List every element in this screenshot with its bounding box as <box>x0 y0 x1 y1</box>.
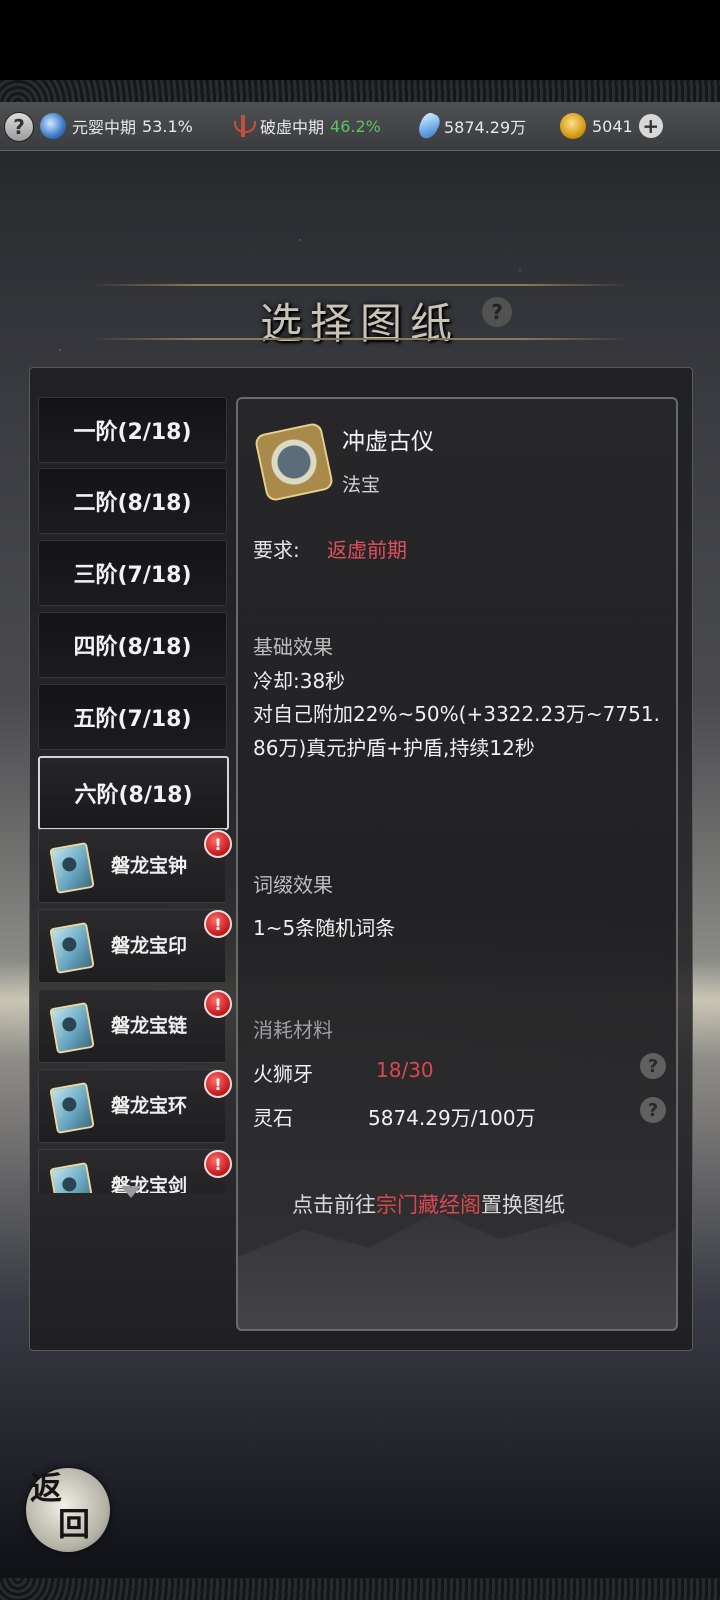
item-name: 冲虚古仪 <box>342 429 434 455</box>
goto-suffix: 置换图纸 <box>481 1193 565 1217</box>
material-name: 灵石 <box>253 1106 293 1130</box>
goto-library-text[interactable]: 点击前往宗门藏经阁置换图纸 <box>292 1189 565 1219</box>
blueprint-item[interactable]: 磐龙宝环 <box>38 1069 225 1143</box>
material-amount: 18/30 <box>376 1058 434 1082</box>
realm1-status[interactable]: 元婴中期 53.1% <box>40 102 193 150</box>
title-bottom-line <box>90 338 630 340</box>
realm2-percent: 46.2% <box>330 116 381 136</box>
yuanying-icon <box>40 113 66 139</box>
base-effect-title: 基础效果 <box>253 635 333 659</box>
alert-icon: ! <box>204 1150 232 1178</box>
back-label: 返 回 <box>30 1470 108 1542</box>
affix-effect-title: 词缀效果 <box>253 873 333 897</box>
goto-prefix: 点击前往 <box>292 1193 376 1217</box>
tier-tab-2[interactable]: 二阶(8/18) <box>38 468 227 534</box>
spirit-stone-amount: 5874.29万 <box>444 118 527 137</box>
spirit-stone-counter[interactable]: 5874.29万 <box>415 102 527 150</box>
blueprint-item-label: 磐龙宝印 <box>111 935 188 957</box>
scroll-icon <box>49 1162 95 1193</box>
item-type: 法宝 <box>342 474 381 496</box>
alert-icon: ! <box>204 830 232 858</box>
effect-text: 对自己附加22%~50%(+3322.23万~7751.86万)真元护盾+护盾,… <box>253 702 660 760</box>
blueprint-item[interactable]: 磐龙宝钟 <box>38 829 225 903</box>
requirement-value: 返虚前期 <box>327 538 407 562</box>
material-name: 火狮牙 <box>253 1062 313 1086</box>
back-label-char: 回 <box>58 1505 91 1543</box>
artifact-icon <box>253 421 335 503</box>
page-title-banner: 选择图纸 ? <box>90 284 630 348</box>
blueprint-list[interactable]: 磐龙宝钟 磐龙宝印 磐龙宝链 磐龙宝环 磐龙宝剑 <box>38 829 225 1193</box>
bottom-wave-border <box>0 1578 720 1600</box>
alert-icon: ! <box>204 1070 232 1098</box>
cooldown-text: 冷却:38秒 <box>253 669 346 693</box>
material-help-icon[interactable]: ? <box>640 1097 666 1123</box>
crystal-icon <box>415 110 443 142</box>
tier-tab-4[interactable]: 四阶(8/18) <box>38 612 227 678</box>
blueprint-item-label: 磐龙宝链 <box>111 1015 188 1037</box>
blueprint-item-label: 磐龙宝钟 <box>111 855 188 877</box>
back-button[interactable]: 返 回 <box>26 1468 110 1552</box>
material-help-icon[interactable]: ? <box>640 1053 666 1079</box>
tier-tab-3[interactable]: 三阶(7/18) <box>38 540 227 606</box>
tier-tab-1[interactable]: 一阶(2/18) <box>38 397 227 463</box>
realm2-name: 破虚中期 <box>260 118 325 137</box>
materials-title: 消耗材料 <box>253 1018 333 1042</box>
tier-tab-6[interactable]: 六阶(8/18) <box>38 756 229 830</box>
trident-icon <box>232 113 256 139</box>
alert-icon: ! <box>204 990 232 1018</box>
coin-counter: 5041 + <box>560 102 663 150</box>
back-label-char: 返 <box>30 1469 63 1507</box>
requirement-label: 要求: <box>253 538 300 562</box>
realm1-name: 元婴中期 <box>72 118 137 137</box>
page-title: 选择图纸 <box>259 299 460 348</box>
coin-icon <box>560 113 586 139</box>
realm1-percent: 53.1% <box>142 116 193 136</box>
blueprint-item-label: 磐龙宝环 <box>111 1095 188 1117</box>
material-amount: 5874.29万/100万 <box>368 1106 536 1130</box>
scroll-icon <box>49 842 95 894</box>
blueprint-item[interactable]: 磐龙宝印 <box>38 909 225 983</box>
scroll-down-icon[interactable] <box>121 1186 141 1198</box>
library-link[interactable]: 宗门藏经阁 <box>376 1193 481 1217</box>
scroll-icon <box>49 1082 95 1134</box>
resource-bar: ? 元婴中期 53.1% 破虚中期 46.2% 5874.29万 5041 + <box>0 102 720 151</box>
add-coin-icon[interactable]: + <box>638 114 663 138</box>
title-help-icon[interactable]: ? <box>482 297 512 327</box>
top-wave-border <box>0 80 720 102</box>
affix-text: 1~5条随机词条 <box>253 916 396 940</box>
alert-icon: ! <box>204 910 232 938</box>
scroll-icon <box>49 922 95 974</box>
blueprint-item[interactable]: 磐龙宝链 <box>38 989 225 1063</box>
scroll-icon <box>49 1002 95 1054</box>
tier-tab-5[interactable]: 五阶(7/18) <box>38 684 227 750</box>
help-icon[interactable]: ? <box>4 112 34 142</box>
title-top-line <box>90 284 630 286</box>
coin-amount: 5041 <box>592 116 633 136</box>
realm2-status[interactable]: 破虚中期 46.2% <box>232 102 381 150</box>
